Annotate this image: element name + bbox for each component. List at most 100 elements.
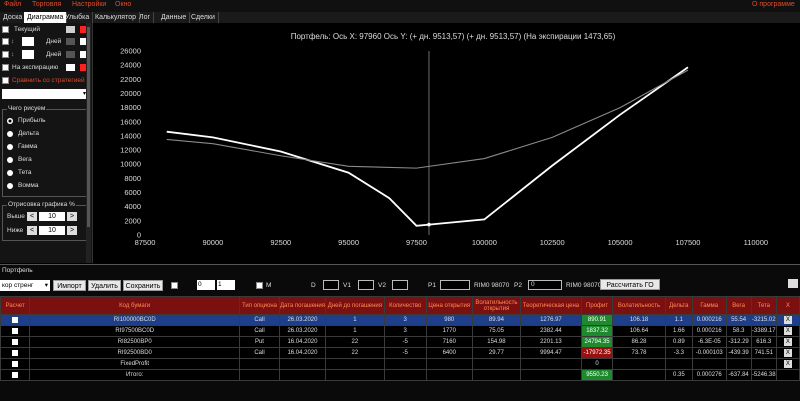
column-header[interactable]: Профит (580, 296, 614, 315)
line-days2-checkbox[interactable] (2, 51, 9, 58)
m-checkbox[interactable] (256, 282, 263, 289)
remove-row-button[interactable]: X (783, 338, 792, 346)
above-value-input[interactable]: 10 (39, 212, 65, 221)
cell-x[interactable]: X (775, 314, 800, 326)
column-header[interactable]: Дата погашения (278, 296, 327, 315)
cell-x[interactable]: X (775, 336, 800, 348)
calc-checkbox-cell[interactable] (0, 347, 31, 359)
cell-x[interactable]: X (775, 347, 800, 359)
sidebar-scroll-thumb[interactable] (87, 27, 90, 227)
radio-gamma[interactable] (7, 144, 13, 150)
calc-checkbox[interactable] (12, 349, 19, 356)
v1-input[interactable] (358, 280, 374, 290)
calc-checkbox-cell[interactable] (0, 336, 31, 348)
d-input[interactable] (323, 280, 339, 290)
table-row[interactable]: RI100000BC0D Call 26.03.2020 1 3 980 89.94 1276… (0, 314, 800, 326)
column-header[interactable]: X (775, 296, 800, 315)
below-value-input[interactable]: 10 (39, 226, 65, 235)
delete-button[interactable]: Удалить (88, 280, 121, 291)
remove-row-button[interactable]: X (783, 360, 792, 368)
radio-profit[interactable] (7, 118, 13, 124)
menu-trading[interactable]: Торговля (32, 1, 61, 8)
line-days1-checkbox[interactable] (2, 38, 9, 45)
remove-row-button[interactable]: X (783, 316, 792, 324)
save-button[interactable]: Сохранить (123, 280, 163, 291)
line-expiration-color-1[interactable] (66, 64, 75, 71)
calc-checkbox-cell[interactable] (0, 325, 31, 337)
menu-about[interactable]: О программе (752, 1, 795, 8)
calc-checkbox[interactable] (12, 338, 19, 345)
column-header[interactable]: Гамма (691, 296, 727, 315)
line-current-color-1[interactable] (66, 26, 75, 33)
compare-checkbox[interactable] (2, 77, 9, 84)
line-days2-input[interactable] (22, 50, 34, 59)
portfolio-select[interactable]: кор стренг ▾ (0, 280, 50, 291)
table-row[interactable]: FixedProfit 0 X (0, 358, 800, 370)
tab-data[interactable]: Данные (158, 12, 191, 23)
radio-vomma[interactable] (7, 183, 13, 189)
tab-log[interactable]: Лог (136, 12, 155, 23)
tab-smile[interactable]: Улыбка (62, 12, 94, 23)
cell-x[interactable] (775, 369, 800, 381)
tab-calculator[interactable]: Калькулятор (92, 12, 140, 23)
calc-checkbox[interactable] (12, 327, 19, 334)
menu-file[interactable]: Файл (4, 1, 21, 8)
calc-checkbox-cell[interactable] (0, 358, 31, 370)
line-current-checkbox[interactable] (2, 26, 9, 33)
column-header[interactable]: Вега (725, 296, 752, 315)
calc-checkbox[interactable] (12, 371, 19, 378)
menu-window[interactable]: Окно (115, 1, 131, 8)
table-row[interactable]: Итого: 9550.23 0.35 0.000276 -637.84 -5246.38 (0, 369, 800, 381)
calc-checkbox-cell[interactable] (0, 369, 31, 381)
sidebar-scrollbar[interactable] (86, 23, 91, 263)
column-header[interactable]: Дней до погашения (325, 296, 385, 315)
column-header[interactable]: Цена открытия (425, 296, 473, 315)
column-header[interactable]: Тип опциона (239, 296, 280, 315)
compare-strategy-link[interactable]: Сравнить со стратегией (12, 77, 85, 84)
column-header[interactable]: Дельта (664, 296, 693, 315)
line-expiration-checkbox[interactable] (2, 64, 9, 71)
payoff-chart[interactable]: Портфель: Ось X: 97960 Ось Y: (+ дн. 951… (93, 23, 800, 263)
calc-checkbox[interactable] (12, 360, 19, 367)
spin-input-2[interactable]: 1 (217, 280, 235, 290)
line-days1-color-1[interactable] (66, 38, 75, 45)
below-decrement-button[interactable]: < (27, 226, 37, 235)
tab-diagram[interactable]: Диаграмма (24, 12, 68, 23)
line-days1-input[interactable] (22, 37, 34, 46)
menu-settings[interactable]: Настройки (72, 1, 106, 8)
column-header[interactable]: Теоретическая цена (520, 296, 582, 315)
column-header[interactable]: Количество (383, 296, 427, 315)
radio-theta[interactable] (7, 170, 13, 176)
column-header[interactable]: Расчет (0, 296, 31, 315)
calculate-go-button[interactable]: Рассчитать ГО (600, 279, 660, 290)
cell-x[interactable]: X (775, 325, 800, 337)
spin-input-1[interactable]: 0 (197, 280, 215, 290)
remove-row-button[interactable]: X (783, 349, 792, 357)
tab-deals[interactable]: Сделки (188, 12, 219, 23)
below-increment-button[interactable]: > (67, 226, 77, 235)
radio-vega[interactable] (7, 157, 13, 163)
column-header[interactable]: Волатильность открытия (471, 296, 522, 315)
calc-checkbox-cell[interactable] (0, 314, 31, 326)
table-row[interactable]: RI92500BD0 Call 16.04.2020 22 -5 6400 29.77 999… (0, 347, 800, 359)
table-row[interactable]: RI82500BP0 Put 16.04.2020 22 -5 7160 154.98 220… (0, 336, 800, 348)
above-decrement-button[interactable]: < (27, 212, 37, 221)
p2-input[interactable]: 0 (528, 280, 562, 290)
above-increment-button[interactable]: > (67, 212, 77, 221)
strategy-select[interactable]: ▾ (2, 89, 88, 99)
calc-checkbox[interactable] (12, 316, 19, 323)
cell-x[interactable]: X (775, 358, 800, 370)
p1-input[interactable] (440, 280, 470, 290)
v2-input[interactable] (392, 280, 408, 290)
column-header[interactable]: Тета (750, 296, 777, 315)
column-header[interactable]: Волатильность (612, 296, 666, 315)
table-row[interactable]: RI97500BC0D Call 26.03.2020 1 3 1770 75.05 2382… (0, 325, 800, 337)
line-days2-color-1[interactable] (66, 51, 75, 58)
radio-delta[interactable] (7, 131, 13, 137)
column-header[interactable]: Код бумаги (29, 296, 241, 315)
import-button[interactable]: Импорт (53, 280, 86, 291)
remove-row-button[interactable]: X (783, 327, 792, 335)
option-checkbox[interactable] (171, 282, 178, 289)
panel-side-button[interactable] (788, 279, 798, 288)
tab-board[interactable]: Доска (0, 12, 27, 23)
